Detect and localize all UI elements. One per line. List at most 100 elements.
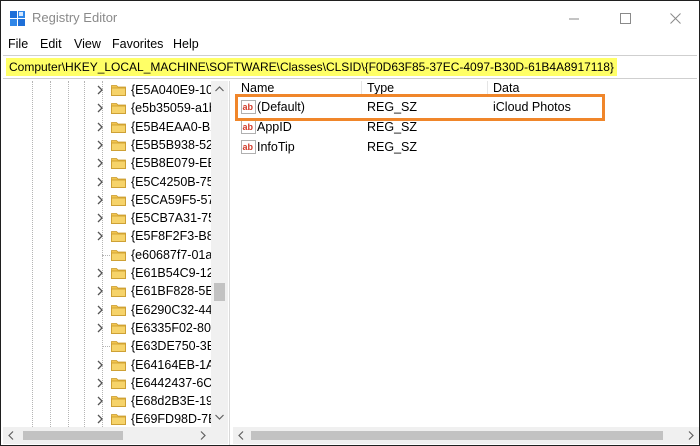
tree-item-label: {E5CB7A31-75 [131,211,211,226]
scroll-thumb[interactable] [251,431,663,440]
expand-chevron-icon[interactable] [95,413,105,425]
scroll-right-button[interactable] [683,427,699,444]
tree-item[interactable]: {E5B4EAA0-B2 [3,118,211,137]
scroll-right-button[interactable] [195,427,211,444]
tree-item[interactable]: {E61B54C9-126 [3,264,211,283]
minimize-icon [568,18,579,19]
tree-item[interactable]: {E64164EB-1AI [3,356,211,375]
menu-file[interactable]: File [8,37,28,51]
value-data: iCloud Photos [493,100,571,114]
column-header-data[interactable]: Data [493,81,519,97]
tree-item[interactable]: {E5A040E9-1097 [3,81,211,100]
expand-chevron-icon[interactable] [95,267,105,279]
tree-item[interactable]: {E68d2B3E-192 [3,392,211,411]
expand-chevron-icon[interactable] [95,212,105,224]
column-divider[interactable] [487,81,488,97]
folder-icon [111,158,126,170]
expand-chevron-icon[interactable] [95,121,105,133]
value-name: AppID [257,120,292,134]
address-path[interactable]: Computer\HKEY_LOCAL_MACHINE\SOFTWARE\Cla… [6,58,617,76]
tree-item-label: {E69FD98D-7E [131,412,211,427]
expand-chevron-icon[interactable] [95,395,105,407]
tree-item[interactable]: {E61BF828-5E6 [3,282,211,301]
menu-favorites[interactable]: Favorites [112,37,163,51]
tree-item-label: {E6290C32-443 [131,302,211,317]
tree-item[interactable]: {E5CA59F5-57C [3,191,211,210]
folder-icon [111,414,126,426]
tree-item[interactable]: {E63DE750-3BI [3,337,211,356]
expand-chevron-icon[interactable] [95,322,105,334]
value-row[interactable]: ab (Default) REG_SZ iCloud Photos [233,97,699,117]
key-tree-pane[interactable]: {E5A040E9-1097 {e5b35059-a1b {E5B4EAA0-B2 {… [3,81,230,445]
folder-icon [111,396,126,407]
scroll-thumb[interactable] [214,283,225,301]
tree-horizontal-scrollbar[interactable] [3,427,211,444]
column-divider[interactable] [361,81,362,97]
svg-text:ab: ab [243,102,254,112]
tree-item-label: {E61B54C9-126 [131,266,211,280]
column-header-name[interactable]: Name [241,81,274,97]
folder-icon [111,103,126,115]
string-value-icon: ab [241,100,256,114]
tree-item[interactable]: {E5B8E079-EE6 [3,154,211,173]
expand-chevron-icon[interactable] [95,157,105,169]
expand-chevron-icon[interactable] [95,230,105,242]
tree-item-label: {E5CA59F5-57C [131,192,211,207]
folder-icon [111,249,126,261]
svg-text:ab: ab [243,142,254,152]
tree-item-label: {E68d2B3E-192 [131,394,211,409]
registry-editor-app-icon [10,11,25,26]
scroll-up-button[interactable] [211,81,228,97]
minimize-button[interactable] [551,1,597,35]
expand-chevron-icon[interactable] [95,84,105,96]
values-horizontal-scrollbar[interactable] [233,427,699,444]
scroll-left-button[interactable] [233,427,249,444]
expand-chevron-icon[interactable] [95,176,105,188]
chevron-up-icon [215,86,224,92]
value-row[interactable]: ab InfoTip REG_SZ [233,137,699,157]
tree-item[interactable]: {E6290C32-443 [3,301,211,320]
tree-item[interactable]: {e5b35059-a1b [3,99,211,118]
string-value-icon: ab [241,120,256,134]
close-button[interactable] [652,1,698,35]
expand-chevron-icon[interactable] [95,194,105,206]
folder-icon [111,121,126,133]
address-bar[interactable]: Computer\HKEY_LOCAL_MACHINE\SOFTWARE\Cla… [3,55,697,79]
folder-icon [111,213,126,224]
tree-vertical-scrollbar[interactable] [211,81,228,427]
tree-item-label: {E5A040E9-1097 [131,83,211,97]
tree-item[interactable]: {E5F8F2F3-B82 [3,227,211,246]
tree-item-label: {E64164EB-1AI [131,357,211,372]
column-header-type[interactable]: Type [367,81,394,97]
expand-chevron-icon[interactable] [95,377,105,389]
tree-item-label: {E5C4250B-754 [131,174,211,189]
expand-chevron-icon[interactable] [95,359,105,371]
scroll-thumb[interactable] [23,431,123,440]
menu-help[interactable]: Help [173,37,199,51]
folder-icon [111,341,126,353]
value-type: REG_SZ [367,120,418,134]
expand-chevron-icon[interactable] [95,304,105,316]
folder-icon [111,176,126,188]
value-name: (Default) [257,100,305,114]
values-pane[interactable]: Name Type Data ab (Default) REG_SZ iClou… [233,81,699,445]
tree-item[interactable]: {E6442437-6C6 [3,374,211,393]
tree-item[interactable]: {e60687f7-01a [3,246,211,265]
expand-chevron-icon[interactable] [95,102,105,114]
folder-icon [111,85,126,96]
folder-icon [111,377,126,389]
scroll-left-button[interactable] [3,427,19,444]
value-name: InfoTip [257,140,295,154]
tree-item[interactable]: {E5B5B938-52A [3,136,211,155]
scroll-down-button[interactable] [211,409,228,425]
tree-item[interactable]: {E5CB7A31-75 [3,209,211,228]
expand-chevron-icon[interactable] [95,285,105,297]
menu-view[interactable]: View [74,37,101,51]
menu-edit[interactable]: Edit [40,37,62,51]
expand-chevron-icon[interactable] [95,139,105,151]
value-type: REG_SZ [367,100,418,114]
maximize-button[interactable] [602,1,648,35]
tree-item[interactable]: {E5C4250B-754 [3,173,211,192]
value-row[interactable]: ab AppID REG_SZ [233,117,699,137]
tree-item[interactable]: {E6335F02-80B [3,319,211,338]
